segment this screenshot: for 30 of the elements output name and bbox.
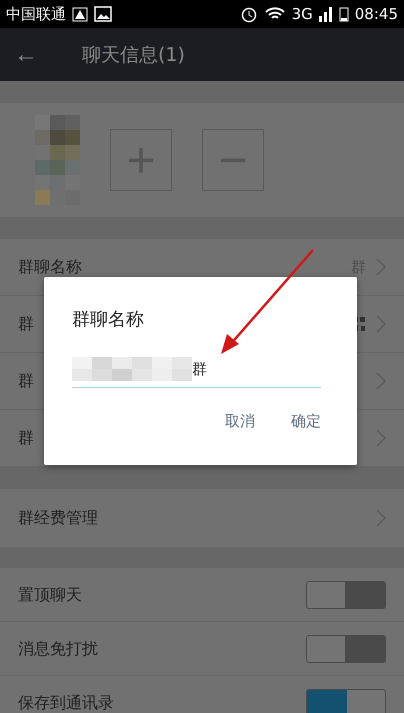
input-value: 群	[192, 360, 207, 378]
setting-label: 群	[18, 314, 34, 334]
chevron-icon	[376, 258, 386, 276]
setting-label: 群聊名称	[18, 257, 82, 277]
setting-label: 群	[18, 371, 34, 391]
setting-label: 消息免打扰	[18, 638, 98, 658]
carrier-name: 中国联通	[6, 4, 66, 24]
page-title: 聊天信息(1)	[82, 42, 185, 68]
toggle-switch[interactable]	[306, 634, 386, 662]
battery-icon	[338, 6, 349, 22]
toggle-switch[interactable]	[306, 688, 386, 713]
toggle-switch[interactable]	[306, 580, 386, 608]
name-input-field[interactable]: 群	[72, 351, 321, 388]
clock-time: 08:45	[354, 5, 398, 23]
setting-label: 群	[18, 428, 34, 448]
chevron-icon	[376, 509, 386, 527]
alarm-icon	[240, 5, 258, 23]
warning-icon	[72, 6, 88, 22]
dialog-button[interactable]: 取消	[225, 412, 255, 431]
signal-icon	[318, 6, 333, 22]
back-button[interactable]: ←	[14, 40, 38, 68]
chevron-icon	[376, 429, 386, 447]
chevron-icon	[376, 315, 386, 333]
dialog-title: 群聊名称	[72, 308, 145, 331]
setting-label: 群经费管理	[18, 508, 98, 528]
setting-label: 置顶聊天	[18, 584, 82, 604]
dialog-button[interactable]: 确定	[291, 412, 321, 431]
network-type: 3G	[292, 5, 313, 23]
image-icon	[94, 6, 112, 22]
setting-label: 保存到通讯录	[18, 692, 114, 712]
